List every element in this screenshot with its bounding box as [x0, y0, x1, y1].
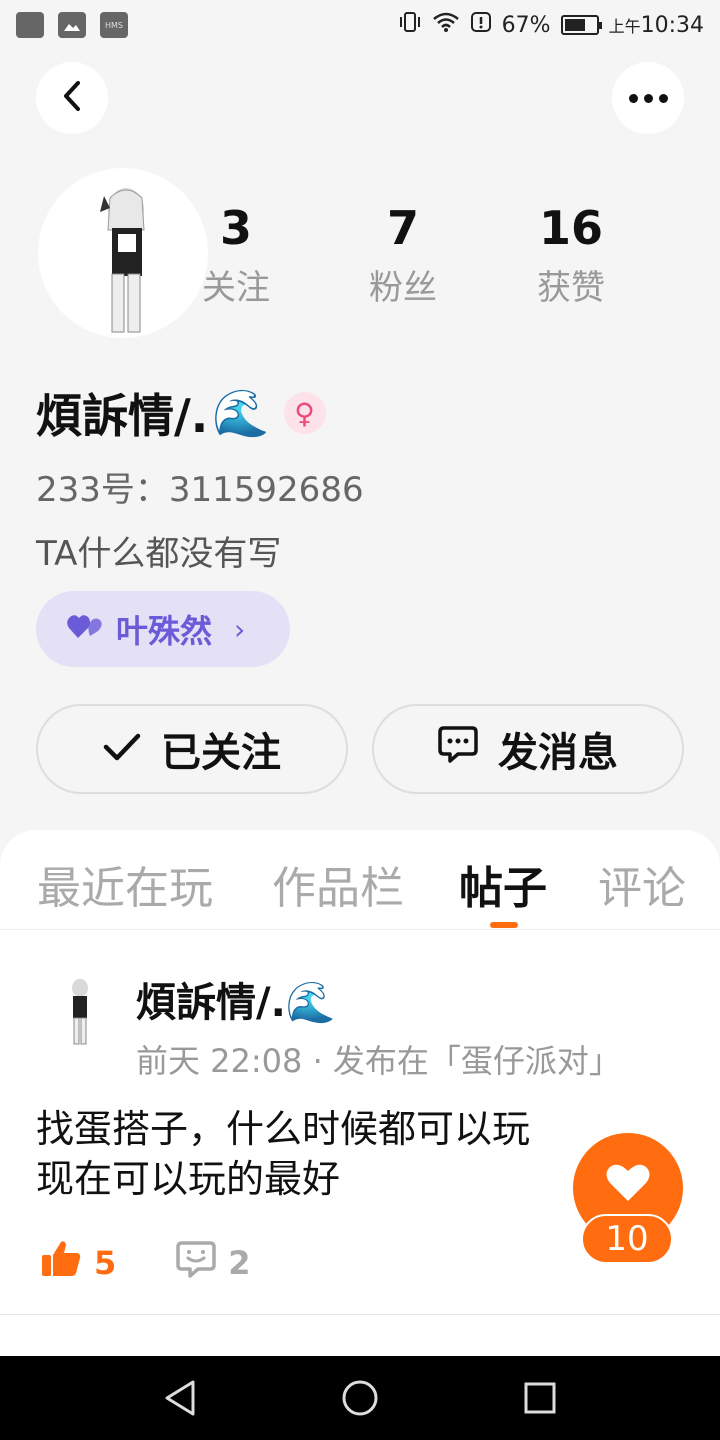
tab-recently-played[interactable]: 最近在玩: [37, 852, 213, 916]
heart-count-badge: 10: [581, 1214, 673, 1264]
square-recents-icon: [524, 1382, 556, 1414]
content-card: 最近在玩 作品栏 帖子 评论 煩訴情/.🌊 前天 22:08 · 发布在「蛋仔派…: [0, 830, 720, 1356]
back-button[interactable]: [36, 62, 108, 134]
wifi-icon: [432, 11, 460, 39]
bio: TA什么都没有写: [36, 534, 282, 574]
comment-count: 2: [228, 1244, 251, 1282]
clock: 上午10:34: [608, 12, 704, 38]
battery-icon: [560, 15, 602, 35]
gallery-notification-icon: [58, 12, 86, 38]
purple-heart-icon: [66, 610, 104, 648]
comment-button[interactable]: 2: [176, 1240, 251, 1286]
cp-tag-label: 叶殊然: [116, 612, 213, 650]
following-stat[interactable]: 3 关注: [176, 200, 296, 309]
status-bar: HMS 67% 上午10:34: [0, 0, 720, 50]
post-line-2: 现在可以玩的最好: [36, 1157, 341, 1201]
system-nav-bar: [0, 1356, 720, 1440]
followers-stat[interactable]: 7 粉丝: [343, 200, 463, 309]
nav-home-button[interactable]: [338, 1376, 382, 1420]
tab-comments[interactable]: 评论: [598, 852, 686, 916]
more-options-button[interactable]: [612, 62, 684, 134]
chevron-right-icon: ›: [234, 612, 246, 646]
username-row: 煩訴情/. 🌊 ♀: [36, 380, 326, 446]
user-id: 233号：311592686: [36, 470, 364, 510]
triangle-back-icon: [165, 1380, 195, 1416]
more-dots-icon: [628, 93, 668, 103]
like-button[interactable]: 5: [40, 1240, 116, 1286]
cp-tag-button[interactable]: 叶殊然 ›: [36, 591, 290, 667]
app-notification-icon: [16, 12, 44, 38]
followed-button-label: 已关注: [161, 730, 281, 776]
followers-count: 7: [386, 201, 419, 255]
send-message-button[interactable]: 发消息: [372, 704, 684, 794]
tab-bar: 最近在玩 作品栏 帖子 评论: [0, 830, 720, 930]
chevron-left-icon: [60, 79, 84, 117]
likes-label: 获赞: [537, 268, 605, 308]
check-icon: [103, 726, 141, 772]
send-message-label: 发消息: [498, 730, 618, 776]
tab-posts[interactable]: 帖子: [459, 852, 547, 916]
comment-icon: [176, 1240, 217, 1286]
post-meta: 前天 22:08 · 发布在「蛋仔派对」: [136, 1042, 621, 1080]
following-label: 关注: [202, 268, 270, 308]
nav-recents-button[interactable]: [518, 1376, 562, 1420]
followed-button[interactable]: 已关注: [36, 704, 348, 794]
vibrate-icon: [398, 11, 422, 39]
followers-label: 粉丝: [369, 268, 437, 308]
following-count: 3: [219, 201, 252, 255]
hms-notification-icon: HMS: [100, 12, 128, 38]
active-tab-indicator: [490, 922, 518, 928]
like-count: 5: [94, 1244, 117, 1282]
alert-icon: [470, 11, 492, 39]
battery-percent: 67%: [501, 12, 551, 38]
thumbs-up-icon: [40, 1240, 82, 1286]
heart-icon: [605, 1163, 651, 1207]
tab-works[interactable]: 作品栏: [272, 852, 404, 916]
character-avatar-icon: [72, 979, 88, 1045]
username: 煩訴情/.: [36, 389, 209, 443]
post-body[interactable]: 找蛋搭子，什么时候都可以玩 现在可以玩的最好: [36, 1104, 636, 1204]
wave-emoji: 🌊: [212, 385, 270, 440]
post-author-avatar[interactable]: [40, 972, 120, 1052]
nav-back-button[interactable]: [158, 1376, 202, 1420]
likes-count: 16: [538, 201, 603, 255]
message-bubble-icon: [438, 725, 478, 773]
circle-home-icon: [342, 1380, 378, 1416]
post-line-1: 找蛋搭子，什么时候都可以玩: [36, 1107, 531, 1151]
likes-stat[interactable]: 16 获赞: [511, 200, 631, 309]
post-actions: 5 2: [40, 1240, 251, 1286]
divider: [0, 1314, 720, 1315]
post-author-name[interactable]: 煩訴情/.🌊: [136, 970, 336, 1028]
female-gender-icon: ♀: [283, 392, 326, 434]
